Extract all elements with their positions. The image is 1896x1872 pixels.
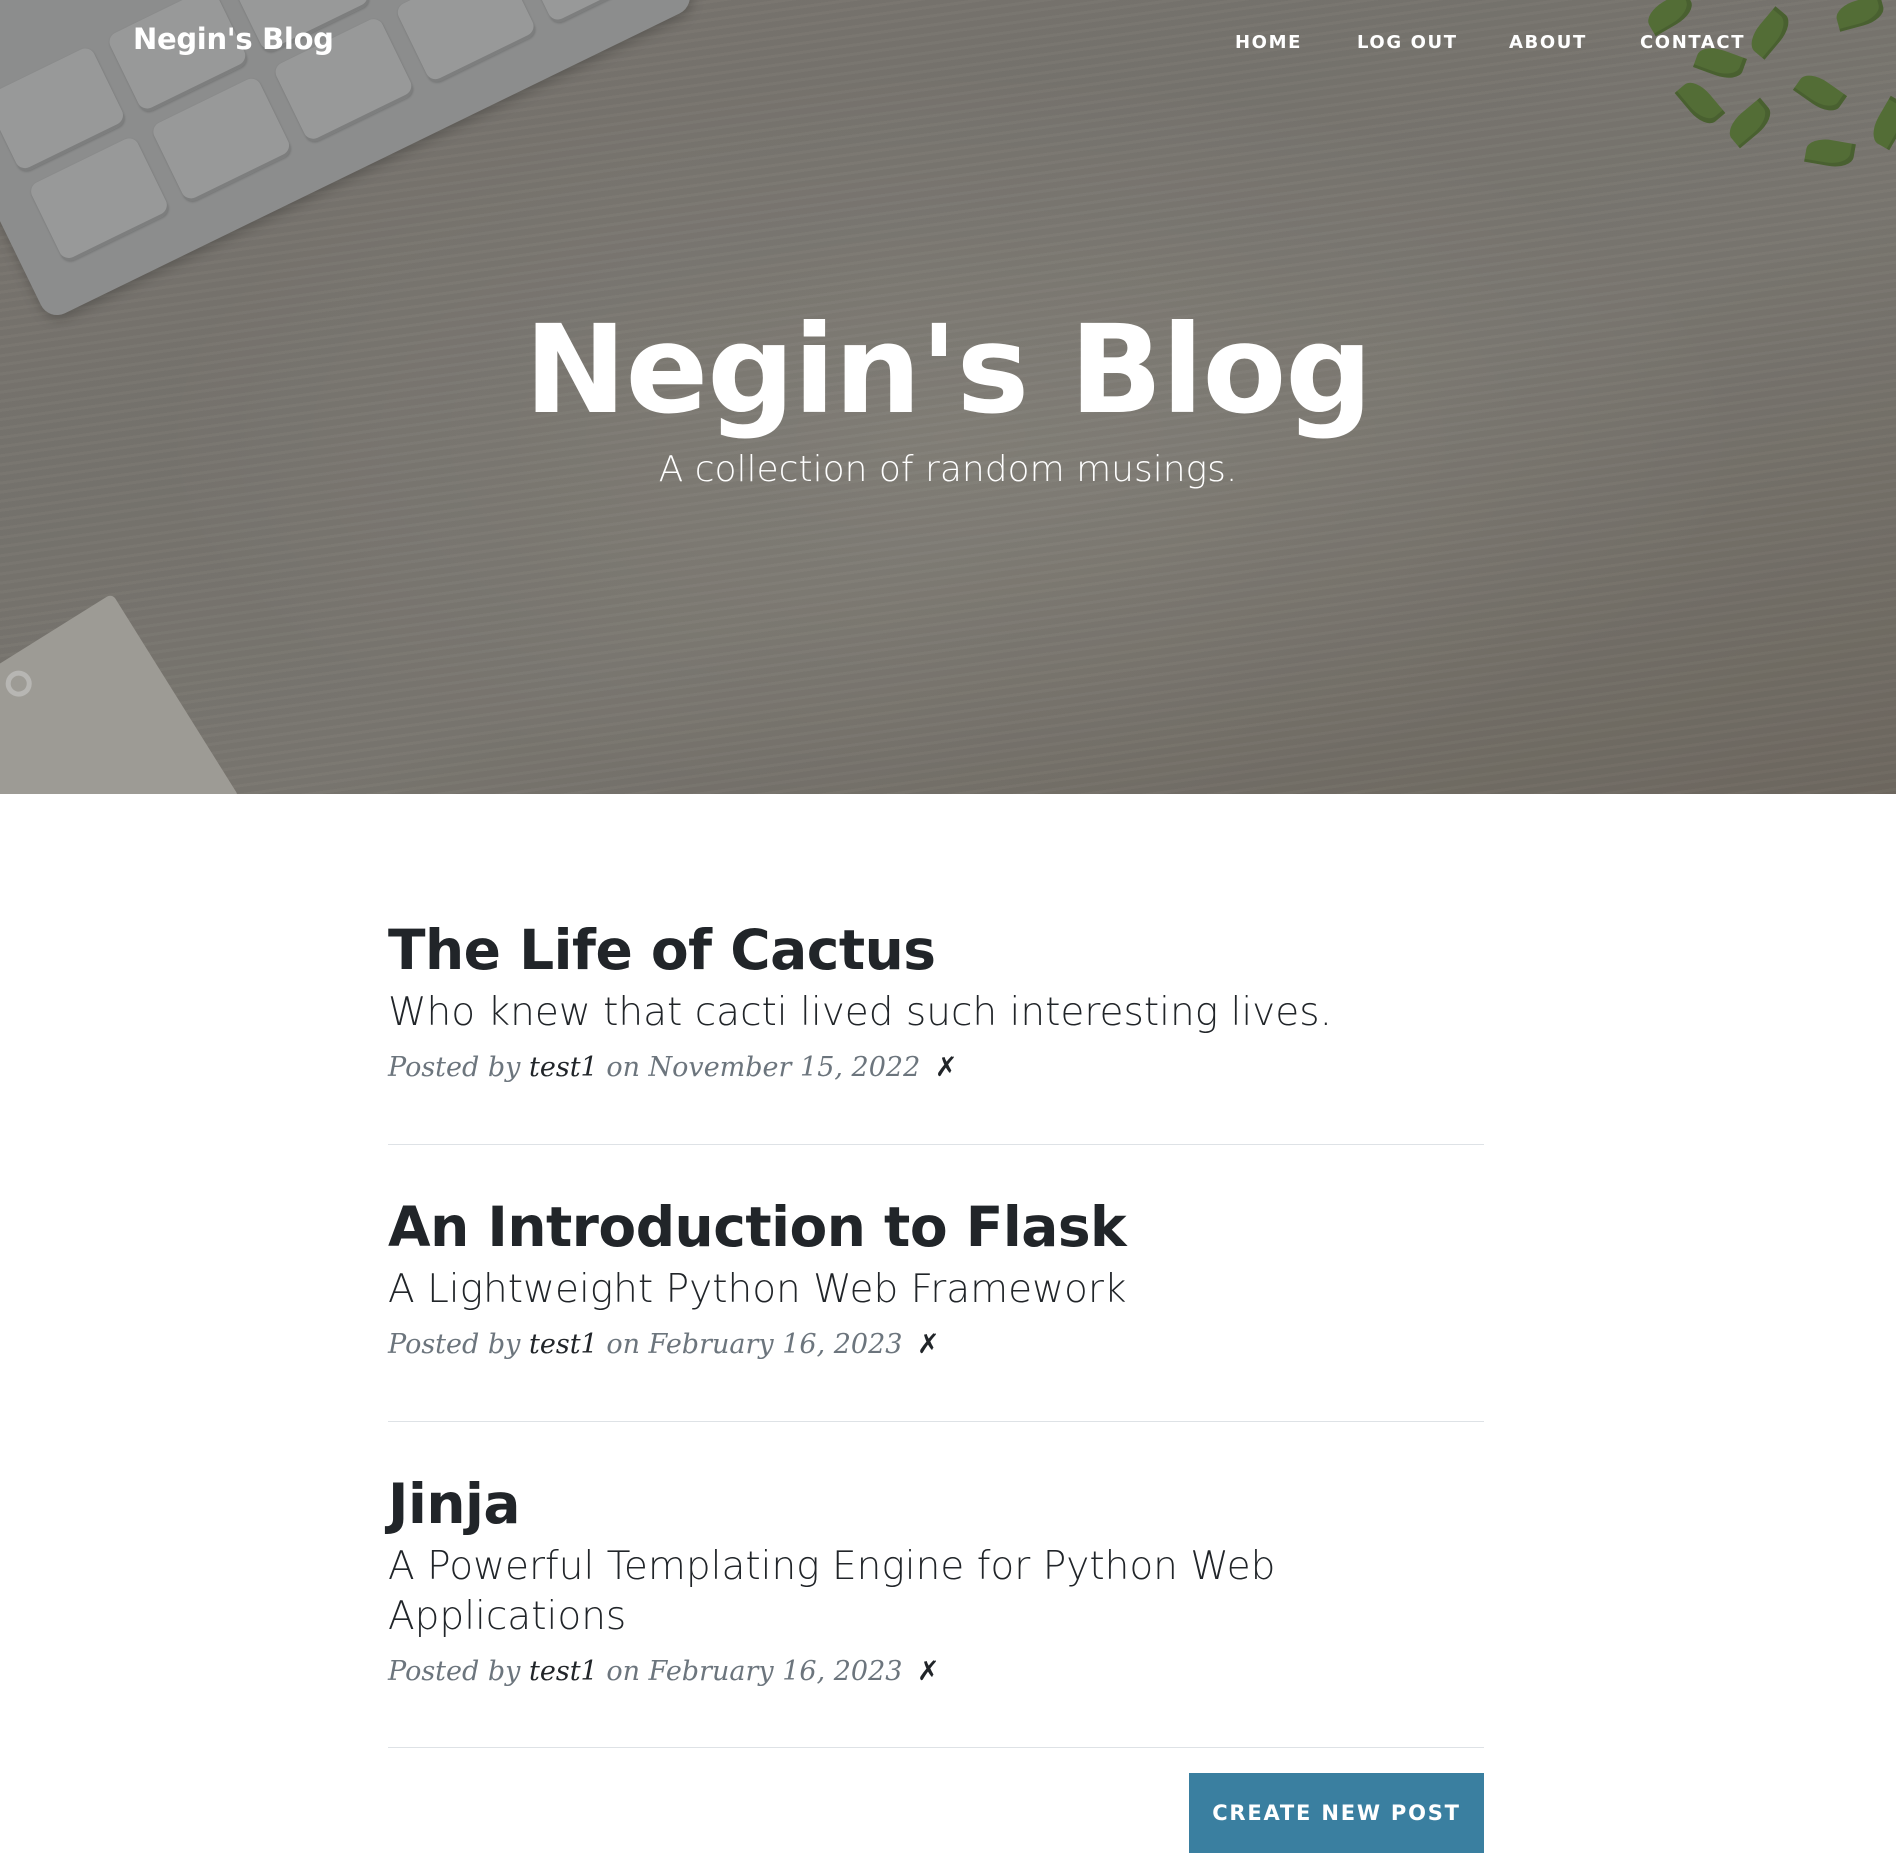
post-meta-prefix: Posted by <box>388 1656 521 1687</box>
post-subtitle: Who knew that cacti lived such interesti… <box>388 990 1332 1035</box>
post-meta: Posted by test1 on February 16, 2023 ✗ <box>388 1327 1484 1363</box>
post-title: Jinja <box>388 1472 520 1536</box>
delete-post-icon[interactable]: ✗ <box>917 1656 940 1687</box>
nav-link-about[interactable]: About <box>1509 32 1587 53</box>
post-author[interactable]: test1 <box>529 1329 598 1360</box>
masthead: Negin's Blog Home Log Out About Contact … <box>0 0 1896 794</box>
page-title: Negin's Blog <box>524 299 1372 441</box>
post-author[interactable]: test1 <box>529 1656 598 1687</box>
post-title: An Introduction to Flask <box>388 1195 1127 1259</box>
post-subtitle: A Powerful Templating Engine for Python … <box>388 1544 1276 1639</box>
create-new-post-button[interactable]: Create New Post <box>1189 1773 1484 1853</box>
post-date: on November 15, 2022 <box>606 1052 921 1083</box>
post-meta: Posted by test1 on November 15, 2022 ✗ <box>388 1050 1484 1086</box>
nav-link-contact[interactable]: Contact <box>1640 32 1745 53</box>
post-meta-prefix: Posted by <box>388 1329 521 1360</box>
post-preview: An Introduction to Flask A Lightweight P… <box>388 1145 1484 1422</box>
post-subtitle: A Lightweight Python Web Framework <box>388 1267 1127 1312</box>
site-heading: Negin's Blog A collection of random musi… <box>0 295 1896 495</box>
post-link[interactable]: An Introduction to Flask A Lightweight P… <box>388 1191 1484 1315</box>
nav-link-home[interactable]: Home <box>1235 32 1302 53</box>
post-preview: The Life of Cactus Who knew that cacti l… <box>388 900 1484 1145</box>
post-preview: Jinja A Powerful Templating Engine for P… <box>388 1422 1484 1748</box>
post-list: The Life of Cactus Who knew that cacti l… <box>388 900 1484 1748</box>
post-meta-prefix: Posted by <box>388 1052 521 1083</box>
post-title: The Life of Cactus <box>388 918 936 982</box>
delete-post-icon[interactable]: ✗ <box>935 1052 958 1083</box>
page-subtitle: A collection of random musings. <box>658 449 1238 490</box>
main-navbar: Negin's Blog Home Log Out About Contact <box>0 0 1896 90</box>
post-date: on February 16, 2023 <box>606 1656 903 1687</box>
post-link[interactable]: The Life of Cactus Who knew that cacti l… <box>388 914 1484 1038</box>
delete-post-icon[interactable]: ✗ <box>917 1329 940 1360</box>
post-date: on February 16, 2023 <box>606 1329 903 1360</box>
nav-link-logout[interactable]: Log Out <box>1357 32 1458 53</box>
post-link[interactable]: Jinja A Powerful Templating Engine for P… <box>388 1468 1484 1642</box>
post-meta: Posted by test1 on February 16, 2023 ✗ <box>388 1654 1484 1690</box>
nav-links: Home Log Out About Contact <box>0 32 1896 62</box>
post-author[interactable]: test1 <box>529 1052 598 1083</box>
